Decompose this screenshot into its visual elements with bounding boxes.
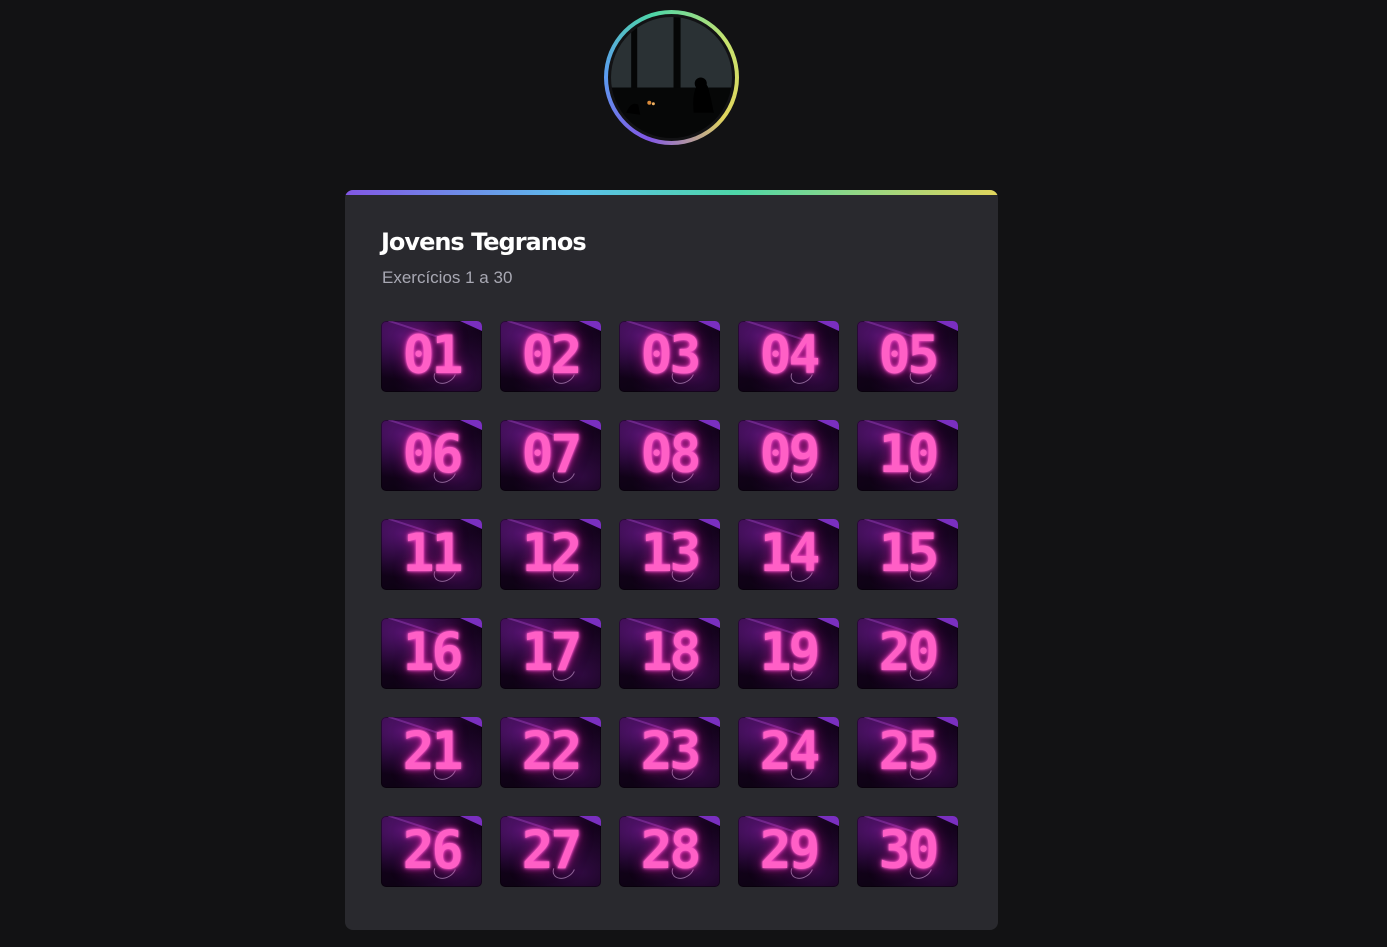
card-subtitle: Exercícios 1 a 30 <box>382 268 513 287</box>
exercise-tile-01[interactable]: 01 <box>381 321 482 392</box>
exercise-number: 22 <box>521 721 583 782</box>
exercise-tile-26[interactable]: 26 <box>381 816 482 887</box>
exercise-number: 13 <box>640 523 702 584</box>
exercise-grid: 01 02 03 04 05 06 07 08 09 10 11 12 13 14 15 16 17 18 19 20… <box>381 321 961 887</box>
exercise-number: 08 <box>640 424 702 485</box>
avatar-photo <box>611 17 732 138</box>
exercise-number: 09 <box>759 424 821 485</box>
exercise-number: 19 <box>759 622 821 683</box>
exercise-tile-04[interactable]: 04 <box>738 321 839 392</box>
card-gradient-bar <box>345 190 998 195</box>
exercise-tile-30[interactable]: 30 <box>857 816 958 887</box>
exercise-number: 15 <box>878 523 940 584</box>
exercise-tile-21[interactable]: 21 <box>381 717 482 788</box>
exercise-number: 06 <box>402 424 464 485</box>
exercise-tile-24[interactable]: 24 <box>738 717 839 788</box>
exercise-tile-19[interactable]: 19 <box>738 618 839 689</box>
exercise-number: 05 <box>878 325 940 386</box>
exercise-number: 27 <box>521 820 583 881</box>
exercise-number: 21 <box>402 721 464 782</box>
exercise-tile-10[interactable]: 10 <box>857 420 958 491</box>
exercise-tile-05[interactable]: 05 <box>857 321 958 392</box>
exercise-tile-16[interactable]: 16 <box>381 618 482 689</box>
avatar-ring-inner <box>608 14 735 141</box>
avatar-photo-image <box>611 17 732 138</box>
exercise-number: 18 <box>640 622 702 683</box>
exercise-number: 14 <box>759 523 821 584</box>
exercise-tile-25[interactable]: 25 <box>857 717 958 788</box>
exercise-tile-03[interactable]: 03 <box>619 321 720 392</box>
exercise-number: 10 <box>878 424 940 485</box>
exercise-number: 04 <box>759 325 821 386</box>
exercise-number: 11 <box>402 523 464 584</box>
profile-avatar[interactable] <box>604 10 739 145</box>
exercise-number: 23 <box>640 721 702 782</box>
exercise-number: 25 <box>878 721 940 782</box>
exercise-number: 30 <box>878 820 940 881</box>
exercise-number: 24 <box>759 721 821 782</box>
exercise-tile-09[interactable]: 09 <box>738 420 839 491</box>
exercise-tile-18[interactable]: 18 <box>619 618 720 689</box>
exercise-tile-13[interactable]: 13 <box>619 519 720 590</box>
exercise-tile-15[interactable]: 15 <box>857 519 958 590</box>
exercise-tile-23[interactable]: 23 <box>619 717 720 788</box>
card-title: Jovens Tegranos <box>381 228 587 256</box>
exercise-number: 03 <box>640 325 702 386</box>
exercise-tile-08[interactable]: 08 <box>619 420 720 491</box>
exercise-tile-12[interactable]: 12 <box>500 519 601 590</box>
exercise-number: 26 <box>402 820 464 881</box>
exercise-number: 02 <box>521 325 583 386</box>
exercise-number: 01 <box>402 325 464 386</box>
exercise-tile-07[interactable]: 07 <box>500 420 601 491</box>
exercise-number: 20 <box>878 622 940 683</box>
exercise-tile-02[interactable]: 02 <box>500 321 601 392</box>
exercise-card: Jovens Tegranos Exercícios 1 a 30 01 02 03… <box>345 190 998 930</box>
exercise-number: 12 <box>521 523 583 584</box>
exercise-tile-14[interactable]: 14 <box>738 519 839 590</box>
exercise-tile-28[interactable]: 28 <box>619 816 720 887</box>
exercise-number: 16 <box>402 622 464 683</box>
exercise-tile-29[interactable]: 29 <box>738 816 839 887</box>
exercise-number: 17 <box>521 622 583 683</box>
exercise-tile-17[interactable]: 17 <box>500 618 601 689</box>
exercise-number: 29 <box>759 820 821 881</box>
exercise-number: 28 <box>640 820 702 881</box>
exercise-tile-27[interactable]: 27 <box>500 816 601 887</box>
exercise-tile-20[interactable]: 20 <box>857 618 958 689</box>
exercise-number: 07 <box>521 424 583 485</box>
exercise-tile-22[interactable]: 22 <box>500 717 601 788</box>
exercise-tile-11[interactable]: 11 <box>381 519 482 590</box>
exercise-tile-06[interactable]: 06 <box>381 420 482 491</box>
